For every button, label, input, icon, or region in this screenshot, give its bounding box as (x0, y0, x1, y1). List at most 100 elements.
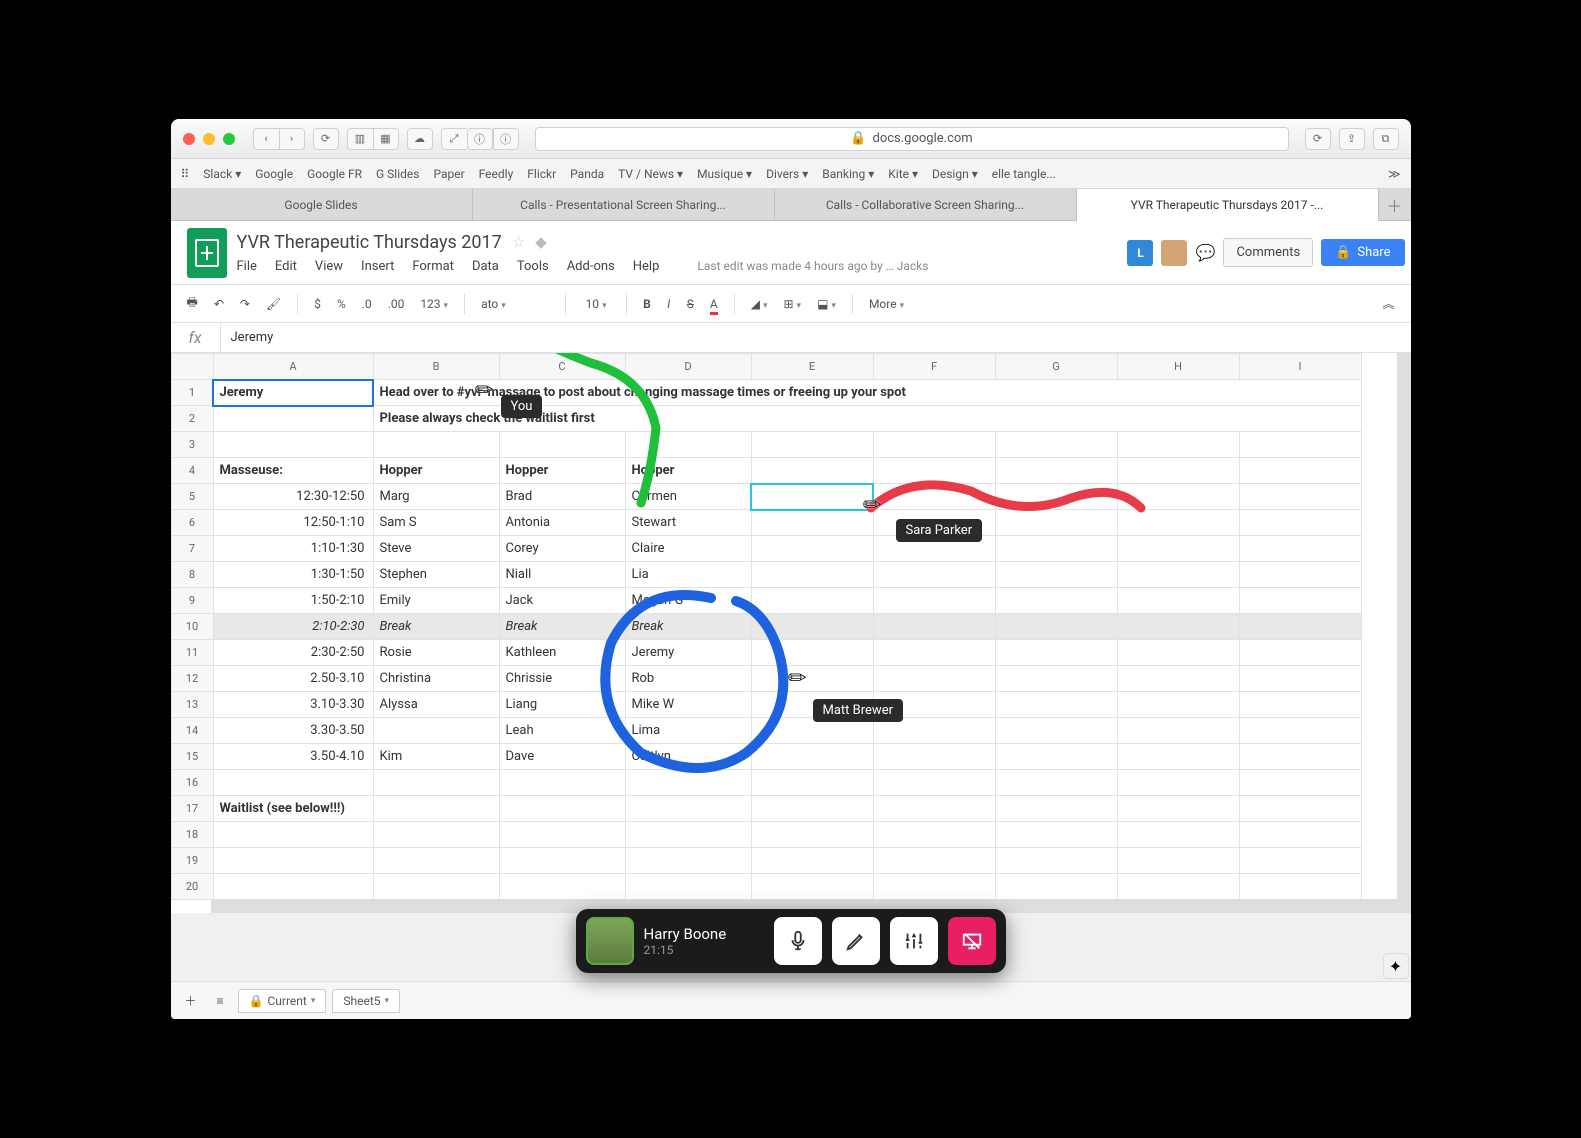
cell[interactable] (751, 510, 873, 536)
cell[interactable] (499, 770, 625, 796)
forward-button[interactable]: › (279, 128, 305, 150)
cell[interactable]: Liang (499, 692, 625, 718)
cell[interactable]: Jack (499, 588, 625, 614)
number-format-dropdown[interactable]: 123 (414, 293, 454, 315)
cell[interactable]: Claire (625, 536, 751, 562)
cell[interactable] (995, 562, 1117, 588)
cell[interactable]: 2:10-2:30 (213, 614, 373, 640)
cell[interactable]: Mike W (625, 692, 751, 718)
cell[interactable] (1117, 770, 1239, 796)
row-header[interactable]: 18 (171, 822, 213, 848)
formula-input[interactable]: Jeremy (221, 330, 1411, 345)
cell[interactable]: Masseuse: (213, 458, 373, 484)
bookmark-item[interactable]: Google (255, 167, 293, 181)
cell[interactable]: Christina (373, 666, 499, 692)
cell[interactable] (1117, 458, 1239, 484)
cell[interactable] (751, 770, 873, 796)
column-header[interactable]: A (213, 354, 373, 380)
cell[interactable] (873, 770, 995, 796)
star-icon[interactable]: ☆ (512, 233, 525, 251)
cell[interactable]: Stewart (625, 510, 751, 536)
collaborator-avatar[interactable] (1161, 240, 1187, 266)
cell[interactable] (751, 666, 873, 692)
cell[interactable]: Hopper (625, 458, 751, 484)
sheets-logo-icon[interactable] (187, 228, 227, 278)
cell[interactable]: Steve (373, 536, 499, 562)
cell[interactable] (625, 874, 751, 900)
cell[interactable] (873, 692, 995, 718)
undo-icon[interactable]: ↶ (208, 293, 230, 315)
browser-tab[interactable]: YVR Therapeutic Thursdays 2017 -... (1077, 189, 1379, 221)
row-header[interactable]: 4 (171, 458, 213, 484)
cell[interactable] (373, 432, 499, 458)
chat-icon[interactable]: 💬 (1195, 243, 1215, 262)
cell[interactable]: 12:50-1:10 (213, 510, 373, 536)
row-header[interactable]: 15 (171, 744, 213, 770)
cell[interactable] (751, 588, 873, 614)
cell[interactable] (995, 718, 1117, 744)
cell[interactable] (373, 770, 499, 796)
browser-tab[interactable]: Google Slides (171, 189, 473, 220)
cell[interactable] (751, 614, 873, 640)
row-header[interactable]: 14 (171, 718, 213, 744)
cell[interactable] (499, 822, 625, 848)
cell[interactable] (1117, 640, 1239, 666)
font-family-dropdown[interactable]: ato (475, 293, 555, 315)
add-sheet-button[interactable]: ＋ (179, 988, 203, 1013)
cell[interactable] (1239, 822, 1361, 848)
cell[interactable] (373, 848, 499, 874)
collapse-toolbar-icon[interactable]: ︽ (1376, 291, 1400, 316)
stop-sharing-button[interactable] (948, 917, 996, 965)
cell[interactable] (873, 484, 995, 510)
cell[interactable] (1239, 640, 1361, 666)
cell[interactable] (873, 874, 995, 900)
cell[interactable]: 1:10-1:30 (213, 536, 373, 562)
cell[interactable] (995, 796, 1117, 822)
cell[interactable] (1117, 432, 1239, 458)
cell[interactable] (1117, 562, 1239, 588)
column-header[interactable]: I (1239, 354, 1361, 380)
cell[interactable] (873, 718, 995, 744)
cell[interactable] (995, 640, 1117, 666)
cloud-icon[interactable]: ☁ (407, 128, 433, 150)
maximize-window-button[interactable] (223, 133, 235, 145)
row-header[interactable]: 2 (171, 406, 213, 432)
info-button[interactable]: ⓘ (467, 128, 493, 150)
browser-tab[interactable]: Calls - Presentational Screen Sharing... (473, 189, 775, 220)
cell[interactable] (1117, 484, 1239, 510)
collaborator-badge[interactable]: L (1127, 240, 1153, 266)
currency-button[interactable]: $ (308, 293, 327, 315)
bookmark-item[interactable]: Banking ▾ (822, 167, 874, 181)
cell[interactable] (873, 458, 995, 484)
cell[interactable] (1117, 874, 1239, 900)
bookmark-item[interactable]: Divers ▾ (766, 167, 808, 181)
cell[interactable] (995, 744, 1117, 770)
cell[interactable]: Head over to #yvr-massage to post about … (373, 380, 1361, 406)
bookmarks-overflow[interactable]: ≫ (1388, 167, 1401, 181)
font-size-dropdown[interactable]: 10 (576, 293, 616, 315)
paint-format-icon[interactable]: 🖌 (260, 293, 287, 315)
cell[interactable] (1239, 458, 1361, 484)
minimize-window-button[interactable] (203, 133, 215, 145)
cell[interactable] (873, 744, 995, 770)
cell[interactable] (995, 458, 1117, 484)
column-header[interactable]: C (499, 354, 625, 380)
menu-item[interactable]: Data (472, 259, 499, 274)
row-header[interactable]: 19 (171, 848, 213, 874)
cell[interactable]: Rob (625, 666, 751, 692)
cell[interactable]: 2:30-2:50 (213, 640, 373, 666)
fill-color-button[interactable]: ◢ (745, 293, 774, 315)
cell[interactable] (1117, 692, 1239, 718)
drive-icon[interactable]: ◆ (535, 233, 547, 251)
menu-item[interactable]: Tools (517, 259, 549, 274)
cell[interactable] (873, 666, 995, 692)
cell[interactable] (751, 458, 873, 484)
cell[interactable]: Emily (373, 588, 499, 614)
cell[interactable] (1239, 796, 1361, 822)
cell[interactable] (873, 536, 995, 562)
cell[interactable] (1239, 848, 1361, 874)
cell[interactable] (995, 484, 1117, 510)
bookmark-item[interactable]: Feedly (479, 167, 514, 181)
cell[interactable] (873, 432, 995, 458)
cell[interactable] (1239, 484, 1361, 510)
